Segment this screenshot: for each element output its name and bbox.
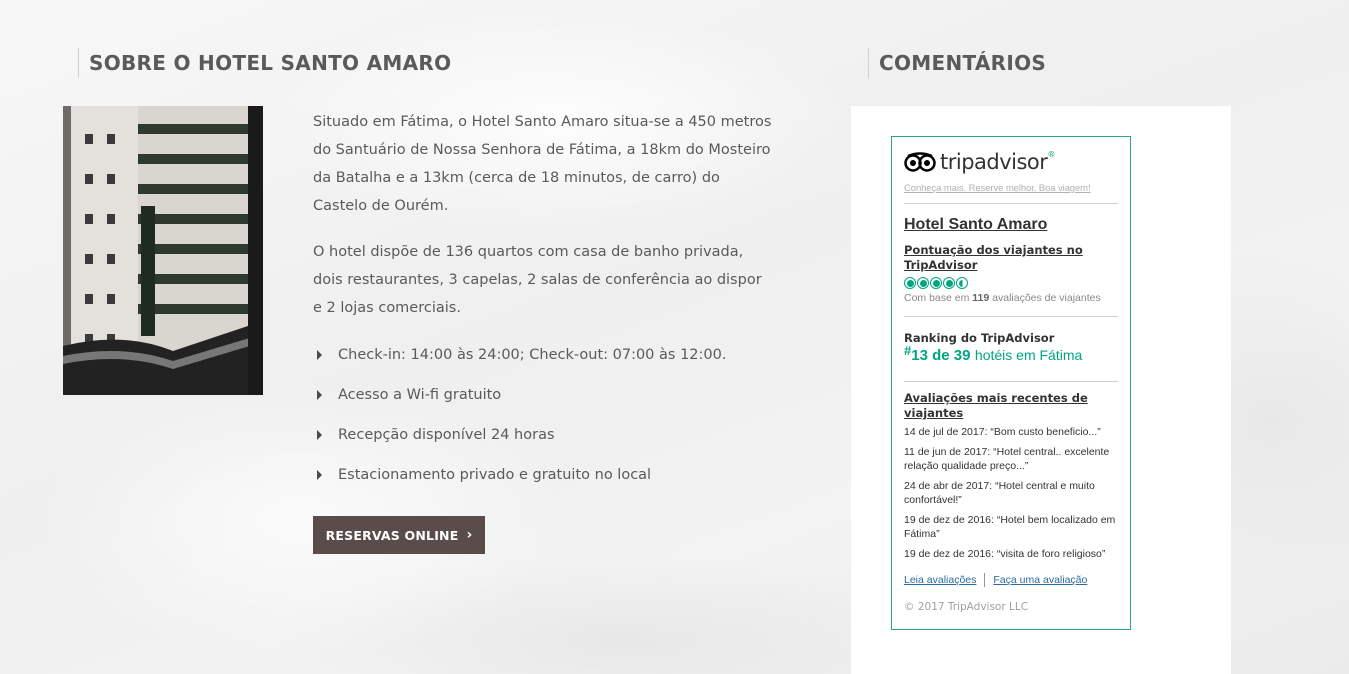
list-item: Check-in: 14:00 às 24:00; Check-out: 07:…: [313, 342, 726, 382]
rating-bubbles: [904, 277, 1118, 289]
ranking-label: Ranking do TripAdvisor: [904, 331, 1055, 345]
review-item[interactable]: 11 de jun de 2017: “Hotel central.. exce…: [904, 445, 1118, 473]
review-item[interactable]: 19 de dez de 2016: “visita de foro relig…: [904, 547, 1118, 561]
list-item: Estacionamento privado e gratuito no loc…: [313, 462, 726, 502]
caret-right-icon: [317, 430, 322, 440]
tripadvisor-copyright: © 2017 TripAdvisor LLC: [904, 601, 1029, 613]
owl-icon: [904, 152, 936, 172]
review-links: Leia avaliações Faça uma avaliação: [904, 573, 1118, 587]
comments-section-title: COMENTÁRIOS: [868, 48, 1046, 78]
divider: [904, 203, 1118, 204]
about-description: Situado em Fátima, o Hotel Santo Amaro s…: [313, 108, 773, 340]
tripadvisor-wordmark: tripadvisor: [940, 150, 1048, 174]
caret-right-icon: [317, 390, 322, 400]
rating-bubble-icon: [930, 277, 942, 289]
hotel-photo: [63, 106, 263, 395]
review-item[interactable]: 24 de abr de 2017: “Hotel central e muit…: [904, 479, 1118, 507]
chevron-right-icon: ›: [466, 527, 473, 543]
tripadvisor-tagline-link[interactable]: Conheça mais. Reserve melhor. Boa viagem…: [904, 183, 1118, 194]
about-paragraph: Situado em Fátima, o Hotel Santo Amaro s…: [313, 114, 772, 214]
about-section-title: SOBRE O HOTEL SANTO AMARO: [78, 48, 451, 78]
divider: [904, 381, 1118, 382]
caret-right-icon: [317, 350, 322, 360]
link-separator: [984, 573, 986, 587]
caret-right-icon: [317, 470, 322, 480]
rating-bubble-icon: [904, 277, 916, 289]
read-reviews-link[interactable]: Leia avaliações: [904, 574, 976, 586]
rating-bubble-icon: [917, 277, 929, 289]
review-item[interactable]: 19 de dez de 2016: “Hotel bem localizado…: [904, 513, 1118, 541]
about-paragraph: O hotel dispõe de 136 quartos com casa d…: [313, 244, 762, 316]
review-item[interactable]: 14 de jul de 2017: “Bom custo beneficio.…: [904, 425, 1118, 439]
rating-half-bubble-icon: [956, 277, 968, 289]
divider: [904, 316, 1118, 317]
ranking-value: #13 de 39 hotéis em Fátima: [904, 343, 1083, 364]
feature-list: Check-in: 14:00 às 24:00; Check-out: 07:…: [313, 342, 726, 502]
traveler-rating-link[interactable]: Pontuação dos viajantes no TripAdvisor: [904, 243, 1118, 273]
online-booking-button[interactable]: RESERVAS ONLINE ›: [313, 516, 485, 554]
write-review-link[interactable]: Faça uma avaliação: [993, 574, 1087, 586]
online-booking-label: RESERVAS ONLINE: [325, 527, 459, 543]
rating-bubble-icon: [943, 277, 955, 289]
tripadvisor-logo[interactable]: tripadvisor®: [904, 147, 1118, 177]
review-count-text: Com base em 119 avaliações de viajantes: [904, 292, 1101, 304]
list-item: Recepção disponível 24 horas: [313, 422, 726, 462]
recent-reviews-link[interactable]: Avaliações mais recentes de viajantes: [904, 391, 1118, 421]
list-item: Acesso a Wi-fi gratuito: [313, 382, 726, 422]
tripadvisor-widget: tripadvisor® Conheça mais. Reserve melho…: [891, 136, 1131, 630]
hotel-name-link[interactable]: Hotel Santo Amaro: [904, 216, 1118, 234]
